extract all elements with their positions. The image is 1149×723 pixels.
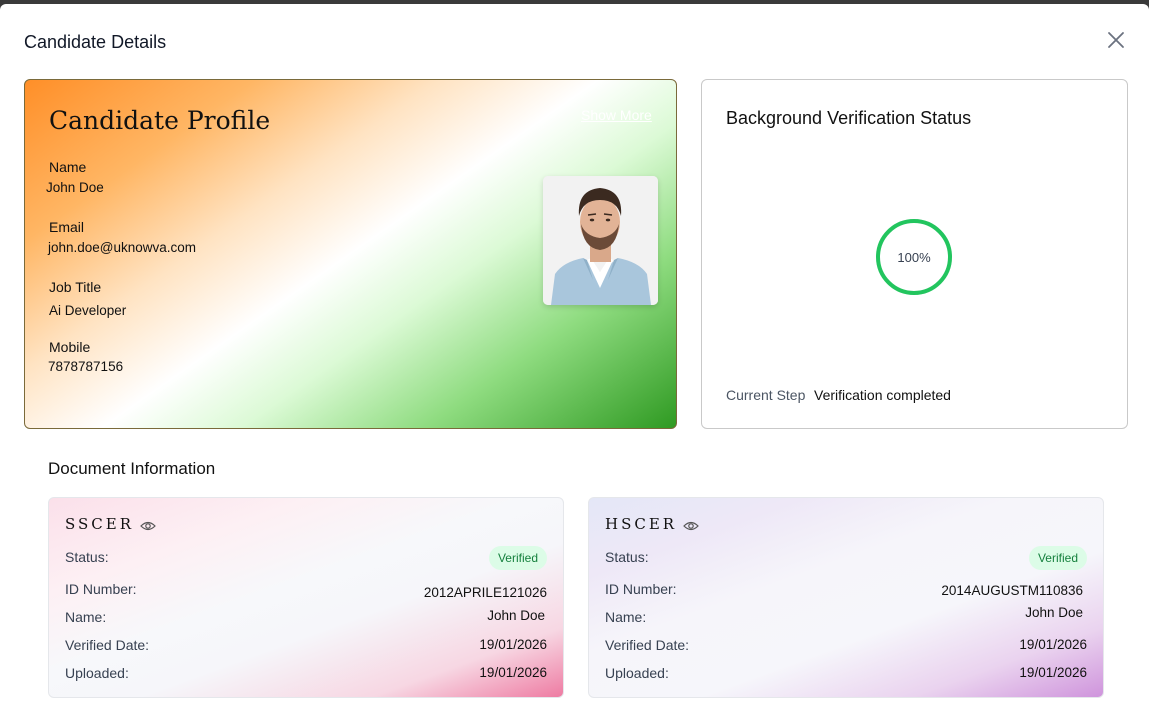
id-number-label: ID Number: bbox=[605, 581, 677, 597]
profile-heading: Candidate Profile bbox=[49, 106, 271, 135]
document-information-title: Document Information bbox=[48, 459, 216, 478]
status-badge: Verified bbox=[488, 546, 547, 570]
verified-date-value: 19/01/2026 bbox=[479, 637, 547, 652]
close-button[interactable] bbox=[1102, 26, 1130, 54]
candidate-profile-card: Candidate Profile Show More Name John Do… bbox=[24, 79, 677, 429]
status-label: Status: bbox=[605, 549, 649, 565]
status-badge: Verified bbox=[1028, 546, 1087, 570]
eye-icon[interactable] bbox=[683, 518, 699, 531]
candidate-details-modal: Candidate Details Candidate Profile Show… bbox=[0, 4, 1149, 723]
document-card-sscer: SSCER Status: Verified ID Number: 2012AP… bbox=[48, 497, 564, 698]
close-icon bbox=[1108, 32, 1124, 48]
holder-name-label: Name: bbox=[65, 609, 107, 625]
mobile-label: Mobile bbox=[49, 339, 91, 355]
id-number-value: 2012APRILE121026 bbox=[423, 585, 547, 600]
progress-text: 100% bbox=[897, 249, 931, 265]
email-value: john.doe@uknowva.com bbox=[48, 240, 197, 255]
holder-name-value: John Doe bbox=[487, 608, 545, 623]
job-title-value: Ai Developer bbox=[49, 303, 127, 318]
verification-title: Background Verification Status bbox=[726, 108, 972, 128]
name-value: John Doe bbox=[46, 180, 104, 195]
current-step-value: Verification completed bbox=[814, 387, 951, 403]
verified-date-label: Verified Date: bbox=[65, 637, 150, 653]
verified-date-value: 19/01/2026 bbox=[1019, 637, 1087, 652]
holder-name-value: John Doe bbox=[1025, 605, 1083, 620]
background-verification-card: Background Verification Status 100% Curr… bbox=[701, 79, 1128, 429]
id-number-label: ID Number: bbox=[65, 581, 137, 597]
id-number-value: 2014AUGUSTM110836 bbox=[941, 583, 1083, 598]
eye-icon[interactable] bbox=[140, 518, 156, 531]
job-title-label: Job Title bbox=[49, 279, 102, 295]
document-name: SSCER bbox=[65, 515, 156, 533]
verification-progress: 100% bbox=[875, 218, 953, 296]
uploaded-label: Uploaded: bbox=[605, 665, 669, 681]
verified-date-label: Verified Date: bbox=[605, 637, 690, 653]
email-label: Email bbox=[49, 219, 85, 235]
holder-name-label: Name: bbox=[605, 609, 647, 625]
name-label: Name bbox=[49, 159, 87, 175]
show-more-link[interactable]: Show More bbox=[581, 107, 652, 123]
uploaded-label: Uploaded: bbox=[65, 665, 129, 681]
document-name: HSCER bbox=[605, 515, 699, 533]
document-name-text: SSCER bbox=[65, 515, 135, 533]
document-name-text: HSCER bbox=[605, 515, 678, 533]
current-step-label: Current Step bbox=[726, 387, 806, 403]
mobile-value: 7878787156 bbox=[48, 359, 124, 374]
uploaded-value: 19/01/2026 bbox=[479, 665, 547, 680]
document-card-hscer: HSCER Status: Verified ID Number: 2014AU… bbox=[588, 497, 1104, 698]
modal-title: Candidate Details bbox=[24, 32, 167, 52]
status-label: Status: bbox=[65, 549, 109, 565]
uploaded-value: 19/01/2026 bbox=[1019, 665, 1087, 680]
profile-photo bbox=[543, 176, 658, 305]
